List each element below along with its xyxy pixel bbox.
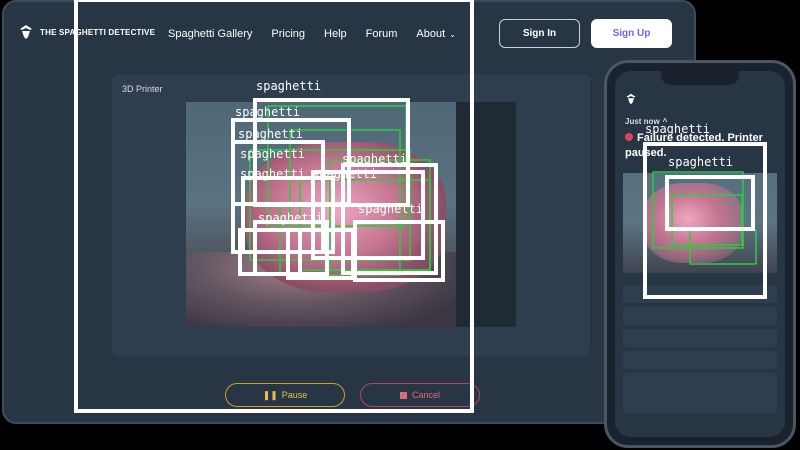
phone-notch xyxy=(661,71,739,85)
chevron-up-icon: ^ xyxy=(662,117,668,126)
cancel-button[interactable]: Cancel xyxy=(360,383,480,407)
pause-icon: ❚❚ xyxy=(262,389,278,400)
nav-forum[interactable]: Forum xyxy=(366,28,398,40)
mobile-row xyxy=(623,285,777,303)
site-logo[interactable]: THE SPAGHETTI DETECTIVE xyxy=(18,24,155,40)
mobile-phone-frame: Just now ^ Failure detected. Printer pau… xyxy=(604,60,796,448)
chevron-down-icon: ⌄ xyxy=(449,29,456,39)
printer-card: 3D Printer xyxy=(112,74,590,356)
failure-alert-text: Failure detected. Printer paused. xyxy=(625,132,763,159)
sign-up-button[interactable]: Sign Up xyxy=(591,19,672,48)
stop-icon xyxy=(399,391,407,399)
mobile-screen: Just now ^ Failure detected. Printer pau… xyxy=(615,71,785,437)
printer-card-title: 3D Printer xyxy=(122,84,163,94)
top-navigation: THE SPAGHETTI DETECTIVE Spaghetti Galler… xyxy=(4,2,694,66)
composite-screenshot: THE SPAGHETTI DETECTIVE Spaghetti Galler… xyxy=(0,0,800,450)
detective-logo-icon xyxy=(626,93,636,105)
feed-spaghetti-mass xyxy=(246,142,446,292)
alert-dot-icon xyxy=(625,133,633,141)
mobile-webcam-feed xyxy=(623,173,777,273)
logo-text: THE SPAGHETTI DETECTIVE xyxy=(40,27,156,37)
nav-help[interactable]: Help xyxy=(324,28,347,40)
sign-in-button[interactable]: Sign In xyxy=(499,19,580,48)
mobile-row xyxy=(623,307,777,325)
mobile-row xyxy=(623,373,777,413)
nav-links: Spaghetti Gallery Pricing Help Forum Abo… xyxy=(168,28,456,40)
desktop-browser-frame: THE SPAGHETTI DETECTIVE Spaghetti Galler… xyxy=(2,0,696,424)
nav-about-label: About xyxy=(416,28,446,40)
nav-about[interactable]: About ⌄ xyxy=(416,28,455,40)
mobile-feed-spaghetti-mass xyxy=(643,183,743,263)
failure-alert: Failure detected. Printer paused. xyxy=(625,131,785,161)
feed-dark-region xyxy=(456,102,516,327)
detective-logo-icon xyxy=(20,25,32,39)
webcam-feed xyxy=(186,102,516,327)
notification-time: Just now ^ xyxy=(625,117,667,126)
pause-button[interactable]: ❚❚ Pause xyxy=(225,383,345,407)
mobile-row xyxy=(623,329,777,347)
notification-time-label: Just now xyxy=(625,117,660,126)
pause-label: Pause xyxy=(281,390,308,400)
nav-pricing[interactable]: Pricing xyxy=(271,28,305,40)
cancel-label: Cancel xyxy=(411,390,440,400)
nav-spaghetti-gallery[interactable]: Spaghetti Gallery xyxy=(168,28,252,40)
mobile-row xyxy=(623,351,777,369)
